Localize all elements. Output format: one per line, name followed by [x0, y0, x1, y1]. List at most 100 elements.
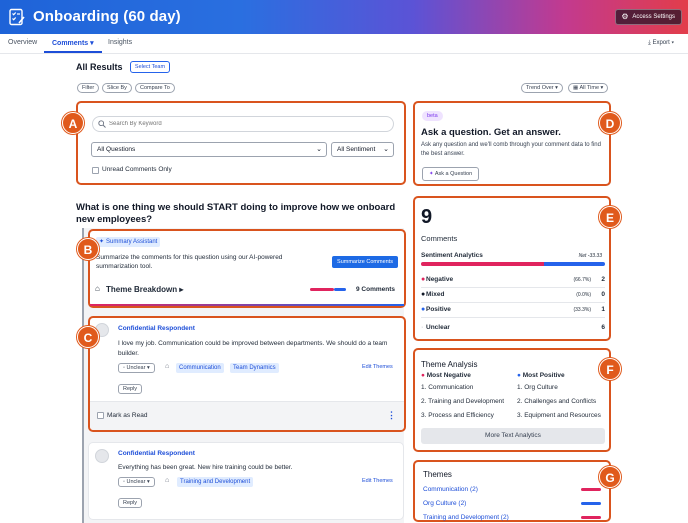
theme-link[interactable]: Communication (2)	[423, 486, 478, 493]
ask-question-card: beta Ask a question. Get an answer. Ask …	[413, 101, 611, 186]
ask-description: Ask any question and we'll comb through …	[421, 142, 601, 157]
chevron-down-icon: ▾	[90, 40, 94, 47]
negative-theme-item[interactable]: 1. Communication	[421, 384, 473, 391]
most-negative-label: Most Negative	[426, 372, 471, 379]
comment-text: I love my job. Communication could be im…	[118, 340, 388, 357]
access-settings-button[interactable]: ⚙ Access Settings	[615, 9, 682, 25]
time-range-select[interactable]: ▦ All Time ▾	[568, 83, 609, 93]
reply-button[interactable]: Reply	[118, 384, 143, 394]
ask-question-button[interactable]: ✦ Ask a Question	[422, 167, 480, 181]
results-title: All Results	[76, 62, 123, 72]
theme-link[interactable]: Training and Development (2)	[423, 514, 509, 521]
chevron-down-icon: ▾	[555, 85, 558, 91]
ask-question-label: Ask a Question	[434, 171, 473, 177]
positive-theme-item[interactable]: 3. Equipment and Resources	[517, 412, 601, 419]
summary-description: Summarize the comments for this question…	[96, 254, 283, 270]
tab-overview[interactable]: Overview	[8, 39, 37, 46]
tab-insights[interactable]: Insights	[108, 39, 132, 46]
slice-by-button[interactable]: Slice By	[102, 83, 132, 93]
search-input[interactable]	[109, 119, 379, 129]
negative-theme-item[interactable]: 3. Process and Efficiency	[421, 412, 494, 419]
sentiment-row-label: Unclear	[426, 324, 450, 331]
comment-stats-card: 9 Comments Sentiment Analytics Net -33.3…	[413, 196, 611, 341]
sentiment-analytics-title: Sentiment Analytics	[421, 252, 483, 259]
comments-label: Comments	[421, 234, 458, 243]
unread-checkbox[interactable]	[92, 167, 99, 174]
reply-button[interactable]: Reply	[118, 498, 143, 508]
summary-assistant-badge-label: Summary Assistant	[106, 239, 158, 245]
chevron-down-icon: ▾	[671, 40, 674, 46]
sentiment-row-label: Negative	[426, 276, 454, 283]
sentiment-dropdown[interactable]: ◦ Unclear ▾	[118, 477, 155, 487]
select-team-button[interactable]: Select Team	[130, 61, 170, 73]
more-text-analytics-button[interactable]: More Text Analytics	[421, 428, 605, 444]
divider	[421, 302, 605, 303]
questions-select[interactable]: All Questions ⌄	[91, 142, 327, 157]
marker-a: A	[62, 112, 84, 134]
search-input-wrapper[interactable]	[92, 116, 394, 132]
tag-icon: ⌂	[165, 477, 170, 484]
sentiment-row-mixed[interactable]: ● Mixed (0.0%) 0	[421, 291, 605, 301]
main-nav: Overview Comments ▾ Insights ⤓ Export ▾	[0, 34, 688, 54]
avatar	[95, 449, 109, 463]
edit-themes-link[interactable]: Edit Themes	[362, 478, 393, 484]
export-button[interactable]: ⤓ Export ▾	[648, 40, 674, 47]
sentiment-row-value: 1	[601, 306, 605, 313]
theme-breakdown-toggle[interactable]: Theme Breakdown ▸	[106, 285, 183, 294]
chevron-down-icon: ⌄	[383, 146, 389, 153]
summary-gradient-bar	[90, 304, 404, 306]
app-header: Onboarding (60 day) ⚙ Access Settings	[0, 0, 688, 34]
sentiment-row-pct: (33.3%)	[573, 307, 591, 313]
edit-themes-link[interactable]: Edit Themes	[362, 364, 393, 370]
compare-to-button[interactable]: Compare To	[135, 83, 175, 93]
caret-right-icon: ▸	[179, 285, 184, 294]
theme-link[interactable]: Org Culture (2)	[423, 500, 466, 507]
sparkle-icon: ✦	[99, 239, 105, 245]
sentiment-row-unclear[interactable]: · Unclear 6	[421, 324, 605, 334]
tab-comments[interactable]: Comments ▾	[52, 39, 94, 47]
chevron-down-icon: ▾	[146, 365, 150, 371]
survey-checklist-icon	[9, 8, 25, 26]
comment-text: Everything has been great. New hire trai…	[118, 464, 293, 471]
negative-dot-icon: ●	[421, 276, 426, 283]
comment-author[interactable]: Confidential Respondent	[118, 450, 195, 457]
themes-title: Themes	[423, 470, 452, 479]
theme-bar	[581, 516, 601, 519]
time-range-label: All Time	[579, 85, 599, 91]
sentiment-select[interactable]: All Sentiment ⌄	[331, 142, 394, 157]
chevron-down-icon: ▾	[600, 85, 604, 91]
mark-read-checkbox[interactable]	[97, 412, 104, 419]
sentiment-row-value: 0	[601, 291, 605, 298]
more-options-icon[interactable]: ⋮	[387, 410, 396, 421]
access-settings-label: Access Settings	[632, 14, 675, 20]
sentiment-row-positive[interactable]: ● Positive (33.3%) 1	[421, 306, 605, 316]
sentiment-row-negative[interactable]: ● Negative (66.7%) 2	[421, 276, 605, 286]
positive-dot-icon: ●	[421, 306, 426, 313]
tag-icon: ⌂	[165, 363, 170, 370]
sparkle-icon: ✦	[429, 171, 434, 177]
comment-count: 9	[421, 206, 433, 228]
trend-over-select[interactable]: Trend Over ▾	[521, 83, 563, 93]
negative-theme-item[interactable]: 2. Training and Development	[421, 398, 504, 405]
divider	[421, 287, 605, 288]
positive-theme-item[interactable]: 1. Org Culture	[517, 384, 558, 391]
marker-e: E	[599, 206, 621, 228]
summarize-comments-button[interactable]: Summarize Comments	[332, 256, 398, 268]
theme-tag[interactable]: Communication	[176, 363, 224, 373]
sentiment-row-pct: (0.0%)	[576, 292, 591, 298]
negative-dot-icon: ●	[421, 372, 425, 379]
beta-badge: beta	[422, 111, 443, 121]
theme-tag[interactable]: Team Dynamics	[230, 363, 279, 373]
filter-button[interactable]: Filter	[77, 83, 100, 93]
calendar-icon: ▦	[573, 85, 579, 91]
breakdown-bar-positive	[334, 288, 346, 291]
divider	[421, 317, 605, 318]
theme-tag[interactable]: Training and Development	[177, 477, 254, 487]
net-score: Net -33.33	[578, 253, 602, 259]
comment-card: Confidential Respondent Everything has b…	[88, 442, 404, 520]
summary-assistant-card: ✦ Summary Assistant Summarize the commen…	[88, 229, 406, 308]
sentiment-dropdown[interactable]: ◦ Unclear ▾	[118, 363, 155, 373]
ask-title: Ask a question. Get an answer.	[421, 127, 561, 138]
positive-theme-item[interactable]: 2. Challenges and Conflicts	[517, 398, 596, 405]
comment-author[interactable]: Confidential Respondent	[118, 325, 195, 332]
